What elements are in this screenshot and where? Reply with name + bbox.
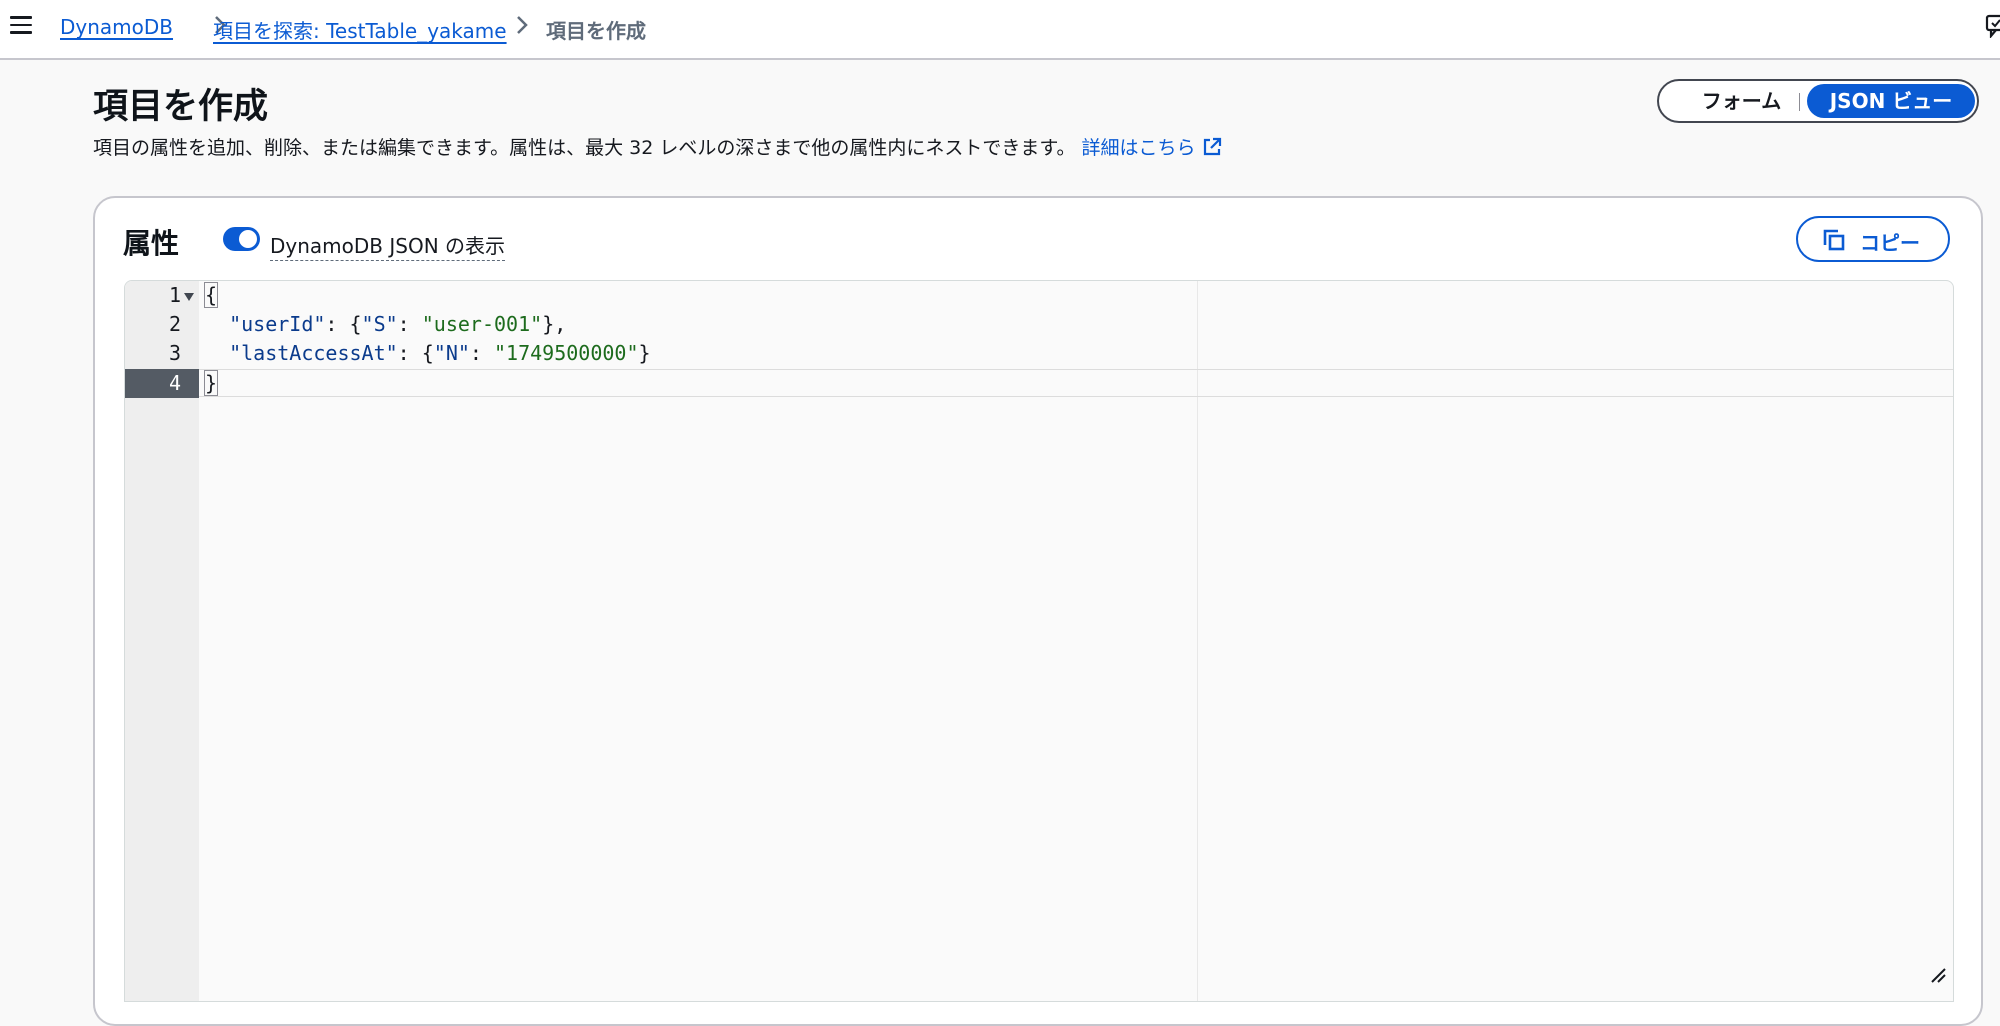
page-description-text: 項目の属性を追加、削除、または編集できます。属性は、最大 32 レベルの深さまで… (93, 137, 1076, 159)
page-title: 項目を作成 (93, 87, 269, 127)
learn-more-label[interactable]: 詳細はこちら (1082, 137, 1196, 159)
copy-button[interactable]: コピー (1796, 216, 1950, 262)
view-mode-segmented-control: フォーム JSON ビュー (1657, 79, 1979, 123)
json-string: "1749500000" (494, 341, 639, 365)
breadcrumb-current: 項目を作成 (546, 19, 646, 43)
json-key: "S" (361, 312, 398, 336)
copy-icon (1823, 229, 1845, 251)
json-key: "N" (433, 341, 470, 365)
copy-button-label: コピー (1860, 233, 1920, 255)
json-string: "user-001" (421, 312, 543, 336)
code-line-3: "lastAccessAt": {"N": "1749500000"} (205, 339, 651, 368)
json-code-editor[interactable]: 1 2 3 4 { "userId": {"S": "user-001"}, "… (124, 280, 1954, 1002)
toggle-knob (239, 230, 257, 248)
line-number: 2 (168, 312, 181, 336)
line-number: 1 (168, 283, 181, 307)
dynamodb-json-toggle[interactable] (223, 227, 260, 251)
active-line-highlight (199, 369, 1953, 397)
json-punctuation: : (469, 341, 495, 365)
segment-divider (1799, 93, 1800, 111)
page-description: 項目の属性を追加、削除、または編集できます。属性は、最大 32 レベルの深さまで… (93, 133, 1222, 160)
json-punctuation: }, (542, 312, 567, 336)
breadcrumb-dynamodb[interactable]: DynamoDB (60, 15, 173, 39)
breadcrumb-explore-items[interactable]: 項目を探索: TestTable_yakame (213, 15, 507, 44)
hamburger-menu-icon[interactable] (10, 16, 32, 36)
code-line-1: { (203, 281, 219, 310)
learn-more-link[interactable]: 詳細はこちら (1082, 137, 1222, 159)
json-punctuation: : { (325, 312, 362, 336)
json-punctuation: : { (397, 341, 434, 365)
feedback-icon[interactable] (1985, 14, 2000, 38)
code-line-2: "userId": {"S": "user-001"}, (205, 310, 566, 339)
dynamodb-json-toggle-label[interactable]: DynamoDB JSON の表示 (270, 230, 506, 261)
json-punctuation: : (397, 312, 422, 336)
attributes-heading: 属性 (123, 227, 180, 260)
json-open-brace: { (203, 282, 219, 308)
json-key: "lastAccessAt" (229, 341, 398, 365)
json-punctuation: } (638, 341, 651, 365)
chevron-right-icon (517, 16, 528, 34)
external-link-icon (1203, 137, 1221, 156)
top-navigation-bar: DynamoDB 項目を探索: TestTable_yakame 項目を作成 (0, 0, 2000, 60)
form-view-button[interactable]: フォーム (1669, 85, 1814, 117)
line-number-active: 4 (125, 369, 199, 398)
json-close-brace: } (203, 370, 219, 396)
line-number: 3 (168, 341, 181, 365)
json-view-button[interactable]: JSON ビュー (1807, 84, 1975, 118)
fold-toggle-icon[interactable] (183, 292, 195, 302)
code-line-4: } (203, 369, 219, 398)
resize-handle-icon[interactable] (1930, 967, 1946, 983)
json-key: "userId" (229, 312, 326, 336)
